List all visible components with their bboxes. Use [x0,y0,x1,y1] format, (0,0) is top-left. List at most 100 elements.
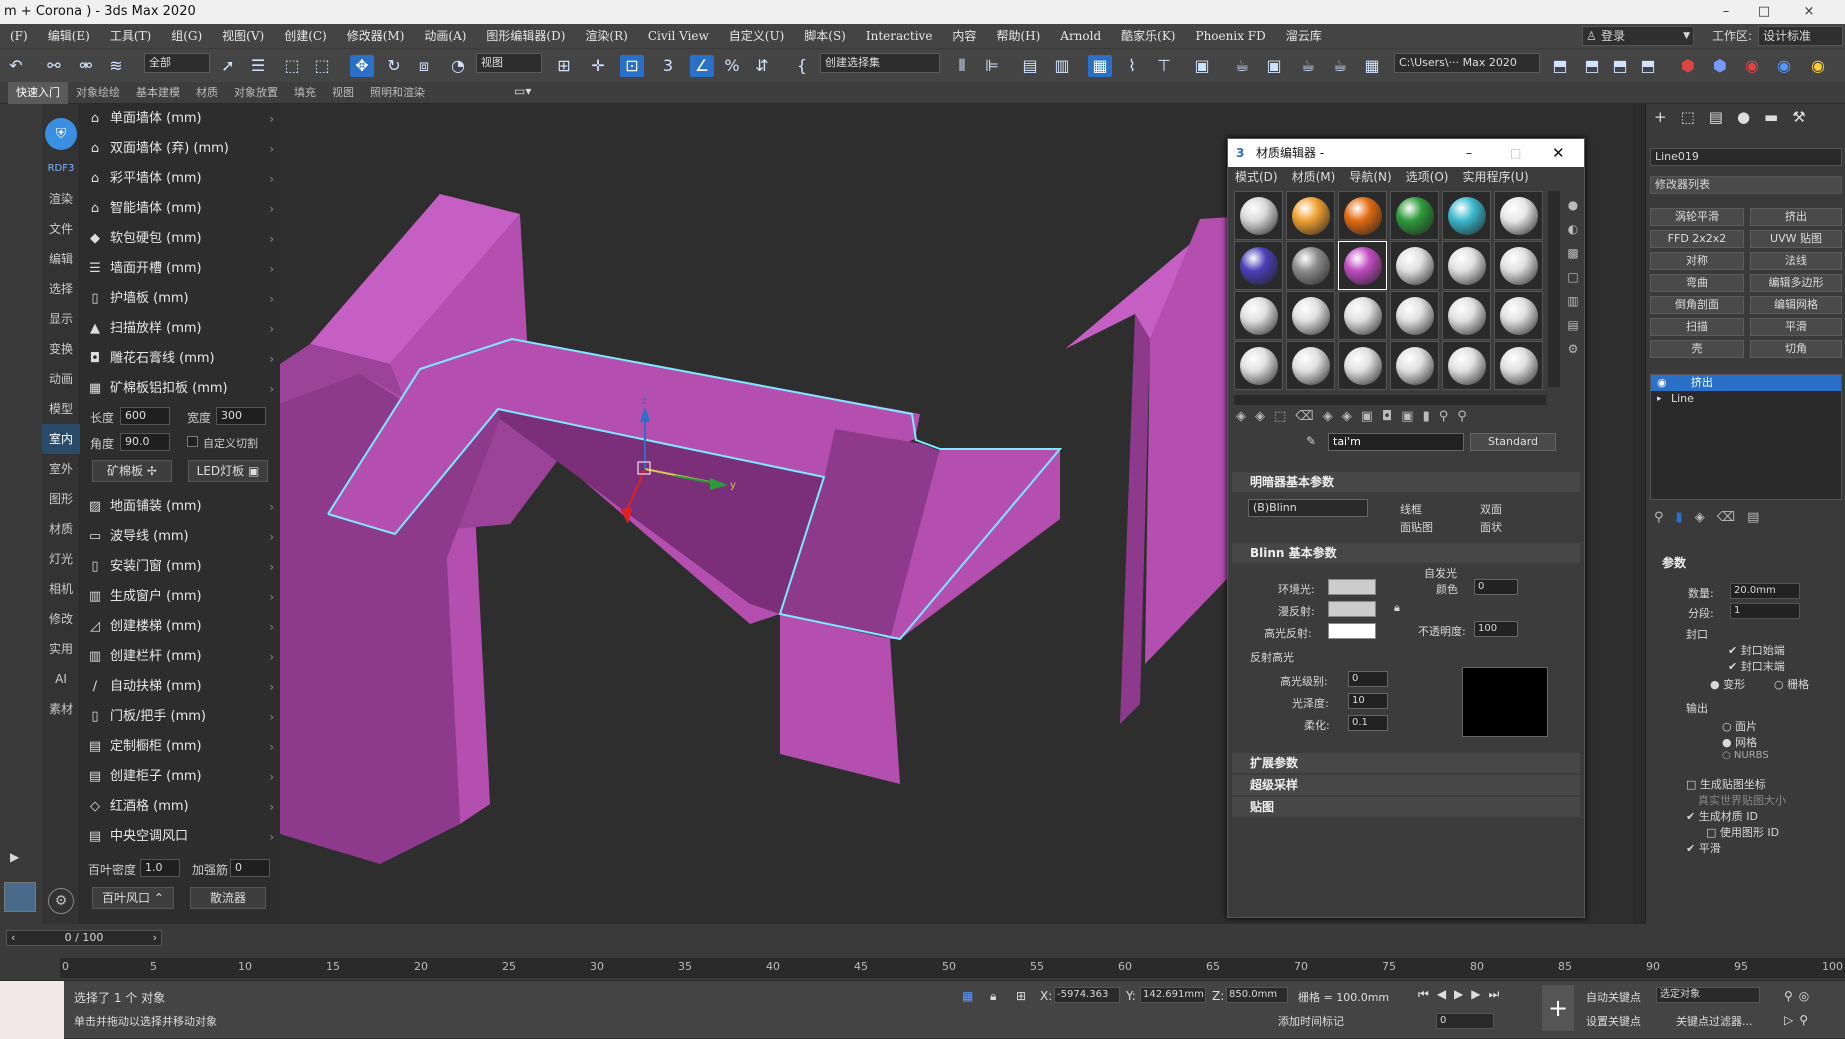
isolate-icon[interactable]: ▦ [962,989,973,1003]
configure-sets-icon[interactable]: ▤ [1747,510,1771,525]
mesh-radio[interactable]: ● 网格 [1722,734,1757,750]
add-time-tag[interactable]: 添加时间标记 [1278,1013,1344,1029]
category-item[interactable]: 相机 [42,574,80,604]
command-item[interactable]: ▥ 创建栏杆 (mm) › [80,642,280,672]
command-item[interactable]: ▯ 安装门窗 (mm) › [80,552,280,582]
sample-type-icon[interactable]: ● [1564,193,1582,217]
command-item[interactable]: ∕ 自动扶梯 (mm) › [80,672,280,702]
eye-icon[interactable]: ◉ [1657,375,1667,391]
menu-item[interactable]: 创建(C) [274,24,337,48]
modifier-button[interactable]: UVW 贴图 [1750,230,1842,248]
ribbon-tab[interactable]: 快速入门 [8,82,68,104]
ribbon-tab[interactable]: 对象绘绘 [68,82,128,104]
amount-field[interactable]: 20.0mm [1730,583,1800,599]
material-slot[interactable] [1286,291,1335,340]
menu-item[interactable]: 编辑(E) [38,24,100,48]
next-key-icon[interactable]: ▶ [1471,987,1488,1001]
window-crossing-icon[interactable]: ⬚ [310,55,334,77]
uv-tiling-icon[interactable]: □ [1564,265,1582,289]
get-material-icon[interactable]: ◈ [1236,409,1255,424]
material-menu-item[interactable]: 导航(N) [1342,167,1398,187]
shader-type-dropdown[interactable]: (B)Blinn [1248,499,1368,517]
command-item[interactable]: ⌂ 双面墙体 (弃) (mm) › [80,134,280,164]
backlight-icon[interactable]: ◐ [1564,217,1582,241]
modifier-button[interactable]: FFD 2x2x2 [1650,230,1744,248]
settings-icon[interactable]: ⚙ [48,888,74,914]
gen-map-checkbox[interactable]: □ 生成贴图坐标 [1686,776,1766,792]
viewport-layout-thumbnail[interactable] [4,882,36,912]
ribbon-tab[interactable]: 视图 [324,82,362,104]
cap-end-checkbox[interactable]: ✔ 封口末端 [1728,658,1785,674]
ribbon-tab[interactable]: 照明和渲染 [362,82,433,104]
command-item[interactable]: ▤ 创建柜子 (mm) › [80,762,280,792]
ambient-swatch[interactable] [1328,579,1376,595]
material-menu-item[interactable]: 材质(M) [1285,167,1343,187]
play-button-icon[interactable]: ▶ [1454,987,1471,1001]
material-slot[interactable] [1494,241,1543,290]
modifier-button[interactable]: 弯曲 [1650,274,1744,292]
asset-grid-icon[interactable]: ▦ [1360,55,1384,77]
category-item[interactable]: AI [42,664,80,694]
make-preview-icon[interactable]: ▤ [1564,313,1582,337]
ribbon-toggle-icon[interactable]: ▭▾ [514,84,531,98]
bind-spacewarp-icon[interactable]: ≋ [104,55,128,77]
me-minimize-button[interactable]: – [1466,139,1472,167]
z-coord-field[interactable]: 850.0mm [1226,987,1288,1003]
category-item[interactable]: 选择 [42,274,80,304]
me-maximize-button[interactable]: □ [1510,139,1521,167]
menu-item[interactable]: 工具(T) [100,24,161,48]
show-end-result-icon[interactable]: ▮ [1676,510,1695,525]
modifier-button[interactable]: 编辑多边形 [1750,274,1842,292]
self-illum-value[interactable]: 0 [1474,579,1518,595]
opacity-field[interactable]: 100 [1474,621,1518,637]
shield-icon[interactable]: ⛨ [45,118,77,150]
select-object-icon[interactable]: ➚ [216,55,240,77]
width-field[interactable]: 300 [216,407,266,425]
material-slot[interactable] [1442,241,1491,290]
category-item[interactable]: 文件 [42,214,80,244]
x-coord-field[interactable]: -5974.363 [1054,987,1120,1003]
project-folder-icon[interactable]: ⬒ [1548,55,1572,77]
merge-icon[interactable]: ⬒ [1636,55,1660,77]
command-item[interactable]: ▥ 生成窗户 (mm) › [80,582,280,612]
background-icon[interactable]: ▩ [1564,241,1582,265]
play-icon[interactable]: ▶ [10,850,19,864]
material-menu-item[interactable]: 实用程序(U) [1455,167,1535,187]
menu-item[interactable]: Arnold [1050,24,1111,48]
make-unique-icon[interactable]: ◈ [1695,510,1717,525]
stack-item-extrude[interactable]: ◉ 挤出 [1651,375,1841,391]
plugin-yellow-icon[interactable]: ◉ [1806,55,1830,77]
shader-rollout-header[interactable]: 明暗器基本参数 [1232,472,1580,492]
scale-icon[interactable]: ⧈ [412,55,436,77]
command-item[interactable]: ◇ 红酒格 (mm) › [80,792,280,822]
material-slot[interactable] [1234,241,1283,290]
edit-named-sel-icon[interactable]: { [790,55,814,77]
command-item[interactable]: ▭ 波导线 (mm) › [80,522,280,552]
material-slot[interactable] [1494,291,1543,340]
category-item[interactable]: 灯光 [42,544,80,574]
diffuser-button[interactable]: 散流器 [190,887,266,909]
ribbon-tab[interactable]: 基本建模 [128,82,188,104]
rib-field[interactable]: 0 [230,859,270,877]
category-item[interactable]: 模型 [42,394,80,424]
category-item[interactable]: 室外 [42,454,80,484]
material-slot[interactable] [1338,291,1387,340]
modify-tab-icon[interactable]: ⬚ [1681,108,1709,126]
material-slot[interactable] [1390,291,1439,340]
render-online-icon[interactable]: ☕ [1328,55,1352,77]
expand-icon[interactable]: ▸ [1657,391,1662,407]
command-item[interactable]: ▲ 扫描放样 (mm) › [80,314,280,344]
menu-item[interactable]: 修改器(M) [337,24,415,48]
ribbon-tab[interactable]: 材质 [188,82,226,104]
login-dropdown[interactable]: ♙ 登录 ▼ [1582,26,1694,46]
slot-hscrollbar[interactable] [1234,395,1546,405]
utilities-tab-icon[interactable]: ⚒ [1792,108,1819,126]
hierarchy-tab-icon[interactable]: ▤ [1709,108,1737,126]
unlink-icon[interactable]: ⚮ [74,55,98,77]
menu-item[interactable]: 酷家乐(K) [1111,24,1185,48]
menu-item[interactable]: Civil View [638,24,719,48]
minimize-button[interactable]: – [1707,0,1745,24]
open-explorer-icon[interactable]: ⬒ [1580,55,1604,77]
mirror-icon[interactable]: ⫴ [950,55,974,77]
maximize-button[interactable]: □ [1745,0,1783,24]
